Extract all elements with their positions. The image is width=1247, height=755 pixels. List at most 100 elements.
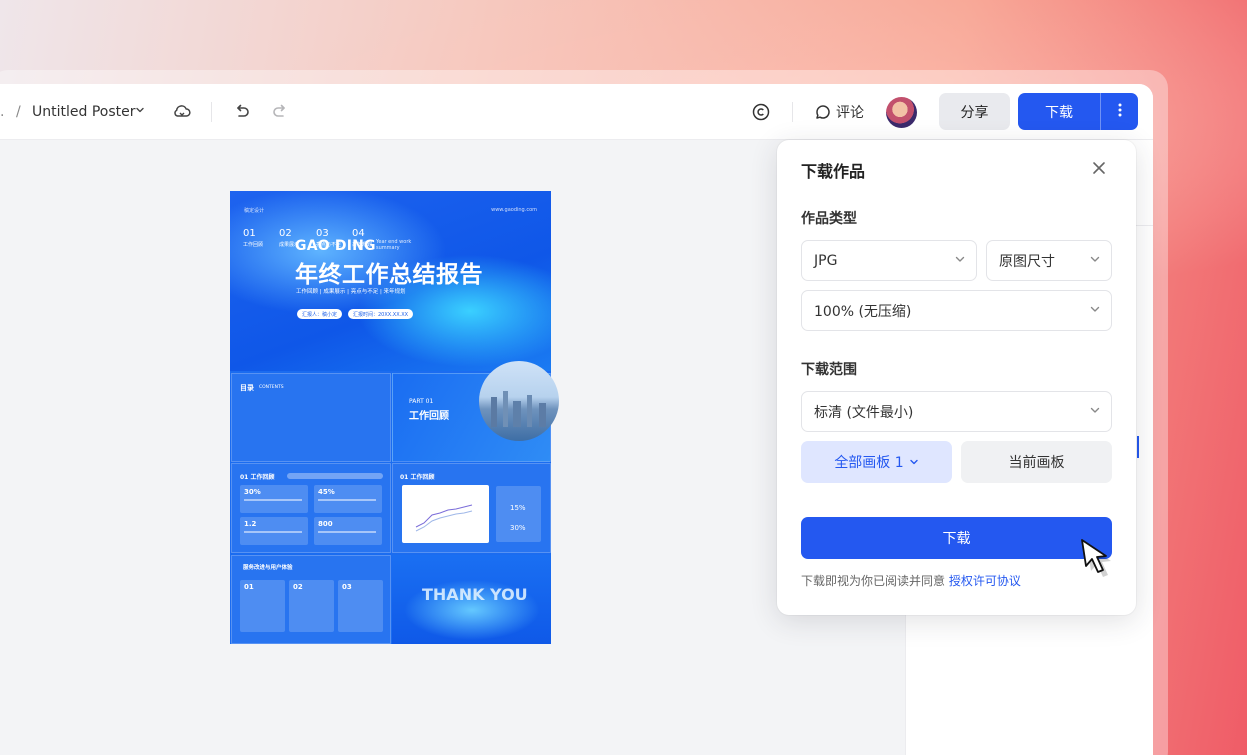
poster-part-title: 工作回顾 xyxy=(409,411,449,422)
poster-header: 稿定设计 www.gaoding.com GAO DING Year end w… xyxy=(230,191,551,371)
undo-button[interactable] xyxy=(228,84,256,140)
poster-service-card: 02 xyxy=(289,580,334,632)
poster-service-num: 01 xyxy=(244,583,254,591)
cloud-save-button[interactable] xyxy=(168,84,196,140)
poster-reporter-pill: 汇报人：稿小定 xyxy=(297,309,343,319)
range-section-label: 下载范围 xyxy=(801,362,857,378)
poster-stat-value: 1.2 xyxy=(244,520,257,528)
chevron-down-icon xyxy=(954,253,966,269)
breadcrumb-separator: / xyxy=(16,104,21,120)
cloud-sync-icon xyxy=(168,98,196,126)
toolbar-divider xyxy=(211,102,212,122)
title-dropdown-button[interactable] xyxy=(134,84,146,140)
agreement-text: 下载即视为你已阅读并同意 授权许可协议 xyxy=(801,572,1021,589)
poster-side-value: 15% xyxy=(510,504,526,512)
comment-label: 评论 xyxy=(836,105,864,121)
poster-service-card: 03 xyxy=(338,580,383,632)
poster-thanks-text: THANK YOU xyxy=(422,585,528,604)
toolbar-divider xyxy=(792,102,793,122)
redo-button[interactable] xyxy=(266,84,294,140)
poster-stat-value: 800 xyxy=(318,520,333,528)
quality-select[interactable]: 100% (无压缩) xyxy=(801,290,1112,331)
redo-icon xyxy=(266,98,294,126)
chevron-down-icon xyxy=(1089,253,1101,269)
quality-select-value: 100% (无压缩) xyxy=(814,303,912,320)
copyright-button[interactable] xyxy=(747,84,775,140)
dialog-title: 下载作品 xyxy=(801,162,866,181)
agreement-prefix: 下载即视为你已阅读并同意 xyxy=(801,574,949,588)
poster-mini-chart xyxy=(402,485,489,543)
all-boards-option[interactable]: 全部画板 1 xyxy=(801,441,952,483)
dialog-close-button[interactable] xyxy=(1087,157,1111,181)
poster-service-num: 03 xyxy=(342,583,352,591)
clarity-select-value: 标清 (文件最小) xyxy=(814,404,914,421)
top-toolbar: . / Untitled Poster 评论 分享 下载 xyxy=(0,84,1153,140)
poster-title: 年终工作总结报告 xyxy=(295,262,483,288)
poster-toc-num: 01 xyxy=(243,228,256,239)
chevron-down-icon xyxy=(1089,303,1101,319)
clarity-select[interactable]: 标清 (文件最小) xyxy=(801,391,1112,432)
all-boards-label: 全部画板 1 xyxy=(834,455,904,471)
poster-stat-value: 45% xyxy=(318,488,335,496)
poster-part-label: PART 01 xyxy=(409,398,434,405)
poster-stat-text xyxy=(244,499,302,501)
panel-scroll-indicator[interactable] xyxy=(1137,436,1139,458)
poster-city-image xyxy=(479,361,559,441)
type-section-label: 作品类型 xyxy=(801,211,857,227)
download-button-group: 下载 xyxy=(1018,93,1138,130)
poster-toc-num: 03 xyxy=(316,228,329,239)
dialog-download-button[interactable]: 下载 xyxy=(801,517,1112,559)
breadcrumb-prev[interactable]: . xyxy=(0,84,4,140)
poster-toc-num: 02 xyxy=(279,228,292,239)
poster-stat-value: 30% xyxy=(244,488,261,496)
size-select-value: 原图尺寸 xyxy=(999,253,1055,270)
poster-review-title: 01 工作回顾 xyxy=(400,474,435,481)
poster-toc-num: 04 xyxy=(352,228,365,239)
poster-mini-chart-lines xyxy=(415,504,473,532)
poster-toc-label: 来年规划 xyxy=(352,242,373,248)
poster-date-pill: 汇报时间：20XX.XX.XX xyxy=(348,309,414,319)
poster-stat-text xyxy=(318,531,376,533)
poster-stat-card: 1.2 xyxy=(240,517,308,545)
poster-toc-title: 目录 xyxy=(240,384,254,392)
format-select[interactable]: JPG xyxy=(801,240,977,281)
poster-small-top-right: www.gaoding.com xyxy=(491,207,537,213)
poster-tags: 工作回顾 | 成果展示 | 亮点与不足 | 来年规划 xyxy=(296,289,406,295)
poster-stat-card: 45% xyxy=(314,485,382,513)
download-more-button[interactable] xyxy=(1101,93,1138,130)
poster-service-title: 服务改进与用户体验 xyxy=(243,565,293,571)
poster-stat-text xyxy=(318,499,376,501)
toolbar-download-button[interactable]: 下载 xyxy=(1018,93,1100,130)
more-vertical-icon xyxy=(1118,102,1122,122)
document-title[interactable]: Untitled Poster xyxy=(32,84,136,140)
avatar[interactable] xyxy=(886,97,917,128)
chevron-down-icon xyxy=(909,457,919,467)
poster-service-card: 01 xyxy=(240,580,285,632)
poster-side-value: 30% xyxy=(510,524,526,532)
size-select[interactable]: 原图尺寸 xyxy=(986,240,1112,281)
share-button[interactable]: 分享 xyxy=(939,93,1010,130)
license-agreement-link[interactable]: 授权许可协议 xyxy=(949,574,1021,588)
poster-toc-label: 成果展示 xyxy=(279,242,300,248)
copyright-icon xyxy=(747,98,775,126)
poster-small-top-left: 稿定设计 xyxy=(244,208,265,214)
poster-review-tag xyxy=(287,473,383,479)
poster-toc-label: 工作回顾 xyxy=(243,242,264,248)
poster-thanks-panel: THANK YOU xyxy=(392,555,551,644)
poster-side-stat: 15% 30% xyxy=(496,486,541,542)
poster-stat-card: 800 xyxy=(314,517,382,545)
close-icon xyxy=(1092,160,1106,179)
chevron-down-icon xyxy=(1089,404,1101,420)
poster-service-num: 02 xyxy=(293,583,303,591)
poster-stat-card: 30% xyxy=(240,485,308,513)
current-board-option[interactable]: 当前画板 xyxy=(961,441,1112,483)
poster-stat-text xyxy=(244,531,302,533)
format-select-value: JPG xyxy=(814,252,838,269)
comment-icon xyxy=(814,103,832,121)
mouse-pointer-icon xyxy=(1076,536,1126,592)
poster-toc-title-en: CONTENTS xyxy=(259,385,284,390)
comment-button[interactable]: 评论 xyxy=(814,84,864,140)
chevron-down-icon xyxy=(134,104,146,120)
poster-toc-label: 亮点与不足 xyxy=(316,242,342,248)
poster-brand-sub: Year end work summary xyxy=(376,239,412,251)
